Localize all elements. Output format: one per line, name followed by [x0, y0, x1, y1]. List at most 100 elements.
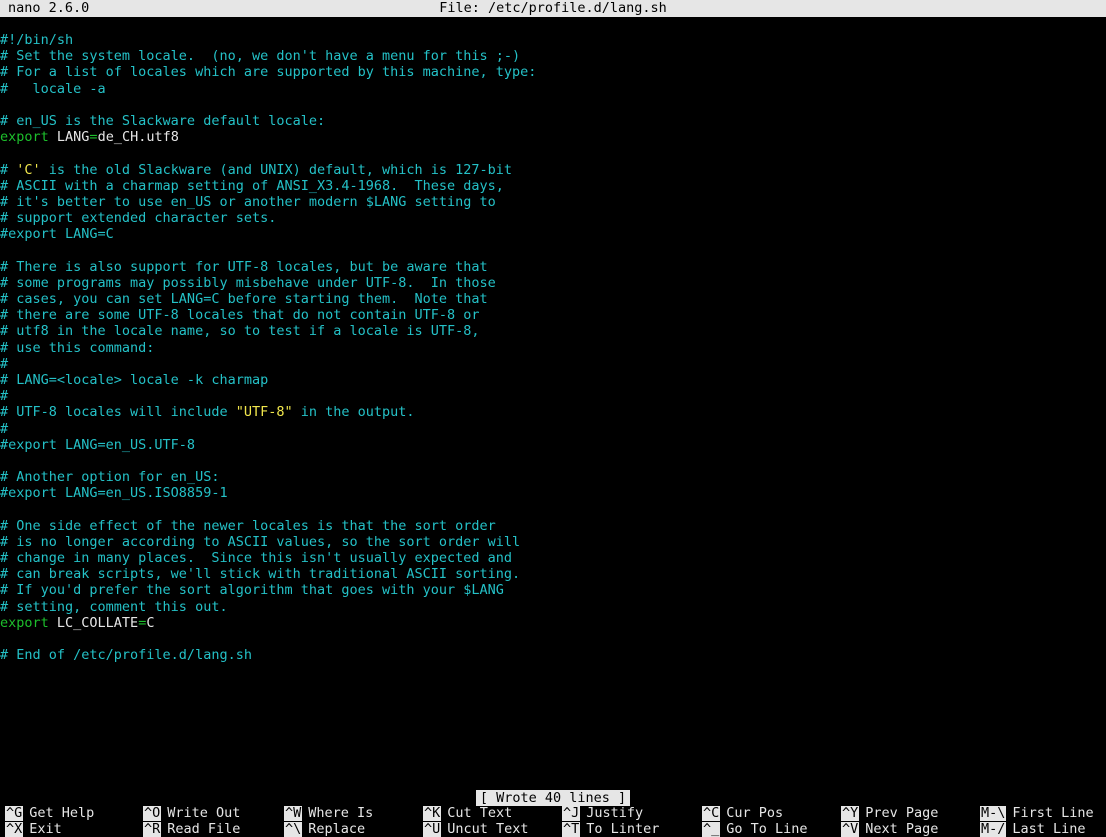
code-segment-kw: = [89, 129, 98, 146]
code-line[interactable]: # some programs may possibly misbehave u… [0, 275, 1106, 291]
shortcut-read-file[interactable]: ^R Read File [143, 822, 240, 837]
shortcut-last-line[interactable]: M-/ Last Line [980, 822, 1086, 837]
code-segment-text: C [146, 614, 155, 631]
shortcut-label: Where Is [308, 805, 374, 821]
code-segment-comment: #!/bin/sh [0, 32, 74, 48]
code-segment-comment: #export LANG=en_US.UTF-8 [0, 436, 196, 453]
code-line[interactable]: # cases, you can set LANG=C before start… [0, 291, 1106, 307]
shortcut-label: Justify [586, 805, 644, 821]
code-segment-comment: # use this command: [0, 339, 155, 356]
code-segment-comment: # If you'd prefer the sort algorithm tha… [0, 582, 504, 599]
shortcut-to-linter[interactable]: ^T To Linter [562, 822, 659, 837]
shortcut-get-help[interactable]: ^G Get Help [5, 806, 94, 821]
code-line[interactable] [0, 631, 1106, 647]
shortcut-exit[interactable]: ^X Exit [5, 822, 62, 837]
code-line[interactable]: # 'C' is the old Slackware (and UNIX) de… [0, 162, 1106, 178]
code-segment-comment: # LANG=<locale> locale -k charmap [0, 371, 269, 388]
code-line[interactable]: # End of /etc/profile.d/lang.sh [0, 647, 1106, 663]
shortcut-where-is[interactable]: ^W Where Is [284, 806, 373, 821]
code-segment-comment: # Set the system locale. (no, we don't h… [0, 48, 521, 65]
code-segment-comment: # there are some UTF-8 locales that do n… [0, 307, 480, 324]
shortcut-key: ^O [143, 805, 162, 821]
code-segment-comment: # For a list of locales which are suppor… [0, 64, 537, 81]
code-line[interactable]: # For a list of locales which are suppor… [0, 64, 1106, 80]
code-line[interactable]: # it's better to use en_US or another mo… [0, 194, 1106, 210]
code-line[interactable]: # there are some UTF-8 locales that do n… [0, 307, 1106, 323]
shortcut-justify[interactable]: ^J Justify [562, 806, 643, 821]
shortcut-label: Cur Pos [726, 805, 784, 821]
shortcut-label: To Linter [586, 821, 660, 837]
shortcut-key: ^V [841, 821, 860, 837]
shortcut-go-to-line[interactable]: ^_ Go To Line [702, 822, 808, 837]
code-line[interactable]: #export LANG=en_US.ISO8859-1 [0, 485, 1106, 501]
code-segment-kw: export [0, 129, 49, 146]
code-segment-comment: # [0, 355, 9, 372]
code-segment-text: LC_COLLATE [48, 614, 139, 631]
shortcut-label: Cut Text [447, 805, 513, 821]
code-line[interactable] [0, 501, 1106, 517]
code-line[interactable]: export LANG=de_CH.utf8 [0, 129, 1106, 145]
editor-buffer[interactable]: #!/bin/sh # Set the system locale. (no, w… [0, 32, 1106, 663]
code-segment-comment: # some programs may possibly misbehave u… [0, 274, 496, 291]
code-line[interactable] [0, 242, 1106, 258]
code-line[interactable]: export LC_COLLATE=C [0, 615, 1106, 631]
code-line[interactable]: # [0, 421, 1106, 437]
code-line[interactable]: # [0, 388, 1106, 404]
code-line[interactable]: # ASCII with a charmap setting of ANSI_X… [0, 178, 1106, 194]
shortcut-next-page[interactable]: ^V Next Page [841, 822, 938, 837]
shortcut-cut-text[interactable]: ^K Cut Text [423, 806, 512, 821]
code-segment-str: 'C' [16, 161, 41, 178]
code-line[interactable]: # UTF-8 locales will include "UTF-8" in … [0, 404, 1106, 420]
code-line[interactable] [0, 97, 1106, 113]
shortcut-cur-pos[interactable]: ^C Cur Pos [702, 806, 783, 821]
shortcut-label: Read File [167, 821, 241, 837]
code-segment-comment: # change in many places. Since this isn'… [0, 550, 513, 566]
shortcut-label: Write Out [167, 805, 241, 821]
shortcut-write-out[interactable]: ^O Write Out [143, 806, 240, 821]
shortcut-key: ^\ [284, 821, 303, 837]
shortcut-key: ^U [423, 821, 442, 837]
shortcut-label: Get Help [29, 805, 95, 821]
shortcut-label: First Line [1012, 805, 1094, 821]
code-line[interactable]: # utf8 in the locale name, so to test if… [0, 323, 1106, 339]
shortcut-label: Uncut Text [447, 821, 529, 837]
title-bar: nano 2.6.0 File: /etc/profile.d/lang.sh [0, 0, 1106, 17]
code-line[interactable]: # Another option for en_US: [0, 469, 1106, 485]
shortcut-key: ^G [5, 805, 24, 821]
code-segment-comment: # [0, 161, 17, 178]
code-line[interactable]: # support extended character sets. [0, 210, 1106, 226]
shortcut-first-line[interactable]: M-\ First Line [980, 806, 1094, 821]
code-segment-comment: # setting, comment this out. [0, 598, 228, 615]
shortcut-key: ^W [284, 805, 303, 821]
code-line[interactable]: # LANG=<locale> locale -k charmap [0, 372, 1106, 388]
code-line[interactable]: # en_US is the Slackware default locale: [0, 113, 1106, 129]
code-line[interactable]: # can break scripts, we'll stick with tr… [0, 566, 1106, 582]
code-line[interactable]: # is no longer according to ASCII values… [0, 534, 1106, 550]
code-line[interactable]: #export LANG=en_US.UTF-8 [0, 437, 1106, 453]
code-line[interactable]: # change in many places. Since this isn'… [0, 550, 1106, 566]
shortcut-uncut-text[interactable]: ^U Uncut Text [423, 822, 529, 837]
code-segment-comment: # cases, you can set LANG=C before start… [0, 291, 488, 307]
code-line[interactable] [0, 453, 1106, 469]
code-line[interactable]: #export LANG=C [0, 226, 1106, 242]
code-line[interactable]: # setting, comment this out. [0, 599, 1106, 615]
code-segment-comment: # en_US is the Slackware default locale: [0, 112, 326, 129]
shortcut-prev-page[interactable]: ^Y Prev Page [841, 806, 938, 821]
shortcut-replace[interactable]: ^\ Replace [284, 822, 365, 837]
code-line[interactable]: # locale -a [0, 81, 1106, 97]
code-segment-comment: # can break scripts, we'll stick with tr… [0, 566, 521, 583]
code-segment-comment: # [0, 388, 9, 405]
code-line[interactable]: # If you'd prefer the sort algorithm tha… [0, 582, 1106, 598]
code-line[interactable]: # There is also support for UTF-8 locale… [0, 259, 1106, 275]
code-line[interactable] [0, 145, 1106, 161]
shortcut-key: ^J [562, 805, 581, 821]
code-line[interactable]: # One side effect of the newer locales i… [0, 518, 1106, 534]
code-segment-comment: # Another option for en_US: [0, 469, 220, 486]
code-segment-comment: # [0, 420, 9, 437]
code-line[interactable]: # use this command: [0, 340, 1106, 356]
code-line[interactable]: #!/bin/sh [0, 32, 1106, 48]
code-segment-comment: # locale -a [0, 80, 106, 97]
shortcut-key: ^Y [841, 805, 860, 821]
code-line[interactable]: # Set the system locale. (no, we don't h… [0, 48, 1106, 64]
code-line[interactable]: # [0, 356, 1106, 372]
